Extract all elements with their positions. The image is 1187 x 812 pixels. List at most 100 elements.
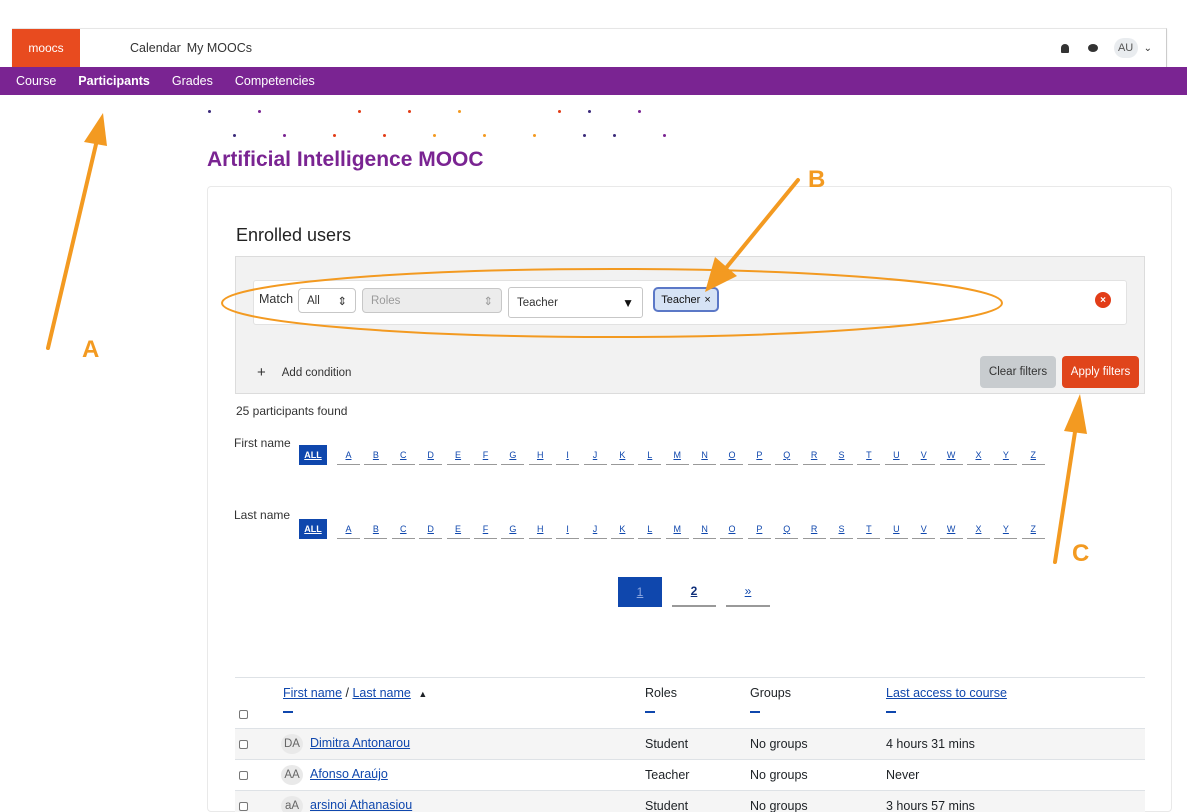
first-name-initial-u[interactable]: U bbox=[884, 445, 908, 465]
last-name-initial-n[interactable]: N bbox=[693, 519, 717, 539]
dot bbox=[208, 110, 211, 113]
first-name-initial-f[interactable]: F bbox=[473, 445, 497, 465]
row-checkbox[interactable] bbox=[239, 771, 248, 780]
last-name-initial-l[interactable]: L bbox=[638, 519, 662, 539]
last-name-initial-c[interactable]: C bbox=[391, 519, 415, 539]
collapse-name-column-icon[interactable] bbox=[283, 711, 293, 713]
selected-role-chip[interactable]: Teacher × bbox=[653, 287, 719, 312]
first-name-initial-l[interactable]: L bbox=[638, 445, 662, 465]
next-page-link[interactable]: » bbox=[726, 577, 770, 607]
last-name-initial-all[interactable]: ALL bbox=[299, 519, 327, 539]
nav-calendar[interactable]: Calendar bbox=[130, 41, 181, 55]
user-menu[interactable]: AU ⌄ bbox=[1113, 38, 1152, 58]
last-name-initial-a[interactable]: A bbox=[337, 519, 360, 539]
first-name-initial-q[interactable]: Q bbox=[775, 445, 799, 465]
last-name-initial-h[interactable]: H bbox=[528, 519, 552, 539]
row-checkbox[interactable] bbox=[239, 740, 248, 749]
pagination: 1 2 » bbox=[618, 577, 770, 607]
dot bbox=[408, 110, 411, 113]
last-name-initials-bar: ALL A B C D E F G H I J K L M N O P Q R S T U V W X Y Z bbox=[299, 519, 1049, 539]
participant-name-link[interactable]: Dimitra Antonarou bbox=[310, 736, 410, 750]
first-name-initial-k[interactable]: K bbox=[610, 445, 634, 465]
first-name-initial-p[interactable]: P bbox=[747, 445, 771, 465]
last-name-initial-u[interactable]: U bbox=[884, 519, 908, 539]
close-icon[interactable]: × bbox=[704, 294, 710, 306]
first-name-initial-n[interactable]: N bbox=[693, 445, 717, 465]
last-name-initial-w[interactable]: W bbox=[939, 519, 963, 539]
last-name-initial-r[interactable]: R bbox=[802, 519, 826, 539]
collapse-groups-column-icon[interactable] bbox=[750, 711, 760, 713]
sort-last-name-link[interactable]: Last name bbox=[352, 686, 410, 700]
add-condition-label: Add condition bbox=[281, 366, 352, 379]
tab-grades[interactable]: Grades bbox=[172, 74, 213, 88]
participant-groups: No groups bbox=[750, 737, 808, 751]
remove-condition-icon[interactable]: × bbox=[1095, 292, 1111, 308]
user-tools: AU ⌄ bbox=[1058, 38, 1152, 58]
first-name-initial-m[interactable]: M bbox=[665, 445, 689, 465]
last-name-initial-e[interactable]: E bbox=[446, 519, 470, 539]
last-name-initial-k[interactable]: K bbox=[610, 519, 634, 539]
tab-participants[interactable]: Participants bbox=[78, 74, 150, 88]
last-name-initial-z[interactable]: Z bbox=[1021, 519, 1045, 539]
last-name-initial-s[interactable]: S bbox=[830, 519, 854, 539]
tab-competencies[interactable]: Competencies bbox=[235, 74, 315, 88]
first-name-initial-v[interactable]: V bbox=[912, 445, 936, 465]
first-name-initial-t[interactable]: T bbox=[857, 445, 881, 465]
select-all-checkbox[interactable] bbox=[239, 710, 248, 719]
sort-first-name-link[interactable]: First name bbox=[283, 686, 342, 700]
last-name-initial-g[interactable]: G bbox=[501, 519, 525, 539]
table-top-border bbox=[235, 677, 1145, 678]
first-name-initial-r[interactable]: R bbox=[802, 445, 826, 465]
last-name-initial-x[interactable]: X bbox=[966, 519, 990, 539]
bell-icon[interactable] bbox=[1058, 41, 1072, 55]
last-name-initial-y[interactable]: Y bbox=[994, 519, 1018, 539]
first-name-initial-all[interactable]: ALL bbox=[299, 445, 327, 465]
last-name-initial-q[interactable]: Q bbox=[775, 519, 799, 539]
last-name-initial-i[interactable]: I bbox=[556, 519, 580, 539]
first-name-initial-d[interactable]: D bbox=[419, 445, 443, 465]
dot bbox=[258, 110, 261, 113]
last-name-initial-v[interactable]: V bbox=[912, 519, 936, 539]
first-name-initial-h[interactable]: H bbox=[528, 445, 552, 465]
first-name-initial-i[interactable]: I bbox=[556, 445, 580, 465]
first-name-initial-s[interactable]: S bbox=[830, 445, 854, 465]
first-name-initial-b[interactable]: B bbox=[364, 445, 388, 465]
avatar: DA bbox=[281, 734, 303, 754]
first-name-initial-y[interactable]: Y bbox=[994, 445, 1018, 465]
last-name-initial-b[interactable]: B bbox=[364, 519, 388, 539]
last-name-initial-p[interactable]: P bbox=[747, 519, 771, 539]
add-condition-button[interactable]: + Add condition bbox=[257, 364, 351, 381]
row-checkbox[interactable] bbox=[239, 802, 248, 811]
match-select[interactable]: All ⇕ bbox=[298, 288, 356, 313]
filter-type-select[interactable]: Roles ⇕ bbox=[362, 288, 502, 313]
last-name-initial-o[interactable]: O bbox=[720, 519, 744, 539]
first-name-initial-c[interactable]: C bbox=[391, 445, 415, 465]
last-name-initial-t[interactable]: T bbox=[857, 519, 881, 539]
first-name-initial-g[interactable]: G bbox=[501, 445, 525, 465]
page-1-link[interactable]: 1 bbox=[618, 577, 662, 607]
last-name-initial-m[interactable]: M bbox=[665, 519, 689, 539]
clear-filters-button[interactable]: Clear filters bbox=[980, 356, 1056, 388]
collapse-roles-column-icon[interactable] bbox=[645, 711, 655, 713]
chat-bubble-icon[interactable] bbox=[1086, 41, 1100, 55]
first-name-initial-o[interactable]: O bbox=[720, 445, 744, 465]
page-2-link[interactable]: 2 bbox=[672, 577, 716, 607]
first-name-initial-e[interactable]: E bbox=[446, 445, 470, 465]
first-name-initial-z[interactable]: Z bbox=[1021, 445, 1045, 465]
last-name-initial-j[interactable]: J bbox=[583, 519, 607, 539]
last-name-initial-f[interactable]: F bbox=[473, 519, 497, 539]
nav-my-moocs[interactable]: My MOOCs bbox=[187, 41, 252, 55]
first-name-initial-w[interactable]: W bbox=[939, 445, 963, 465]
site-logo[interactable]: moocs bbox=[12, 29, 80, 67]
sort-last-access-link[interactable]: Last access to course bbox=[886, 686, 1007, 700]
first-name-initial-x[interactable]: X bbox=[966, 445, 990, 465]
first-name-initial-j[interactable]: J bbox=[583, 445, 607, 465]
collapse-last-access-column-icon[interactable] bbox=[886, 711, 896, 713]
last-name-initial-d[interactable]: D bbox=[419, 519, 443, 539]
role-select[interactable]: Teacher ▼ bbox=[508, 287, 643, 318]
apply-filters-button[interactable]: Apply filters bbox=[1062, 356, 1139, 388]
tab-course[interactable]: Course bbox=[16, 74, 56, 88]
participant-name-link[interactable]: arsinoi Athanasiou bbox=[310, 798, 412, 812]
participant-name-link[interactable]: Afonso Araújo bbox=[310, 767, 388, 781]
first-name-initial-a[interactable]: A bbox=[337, 445, 360, 465]
